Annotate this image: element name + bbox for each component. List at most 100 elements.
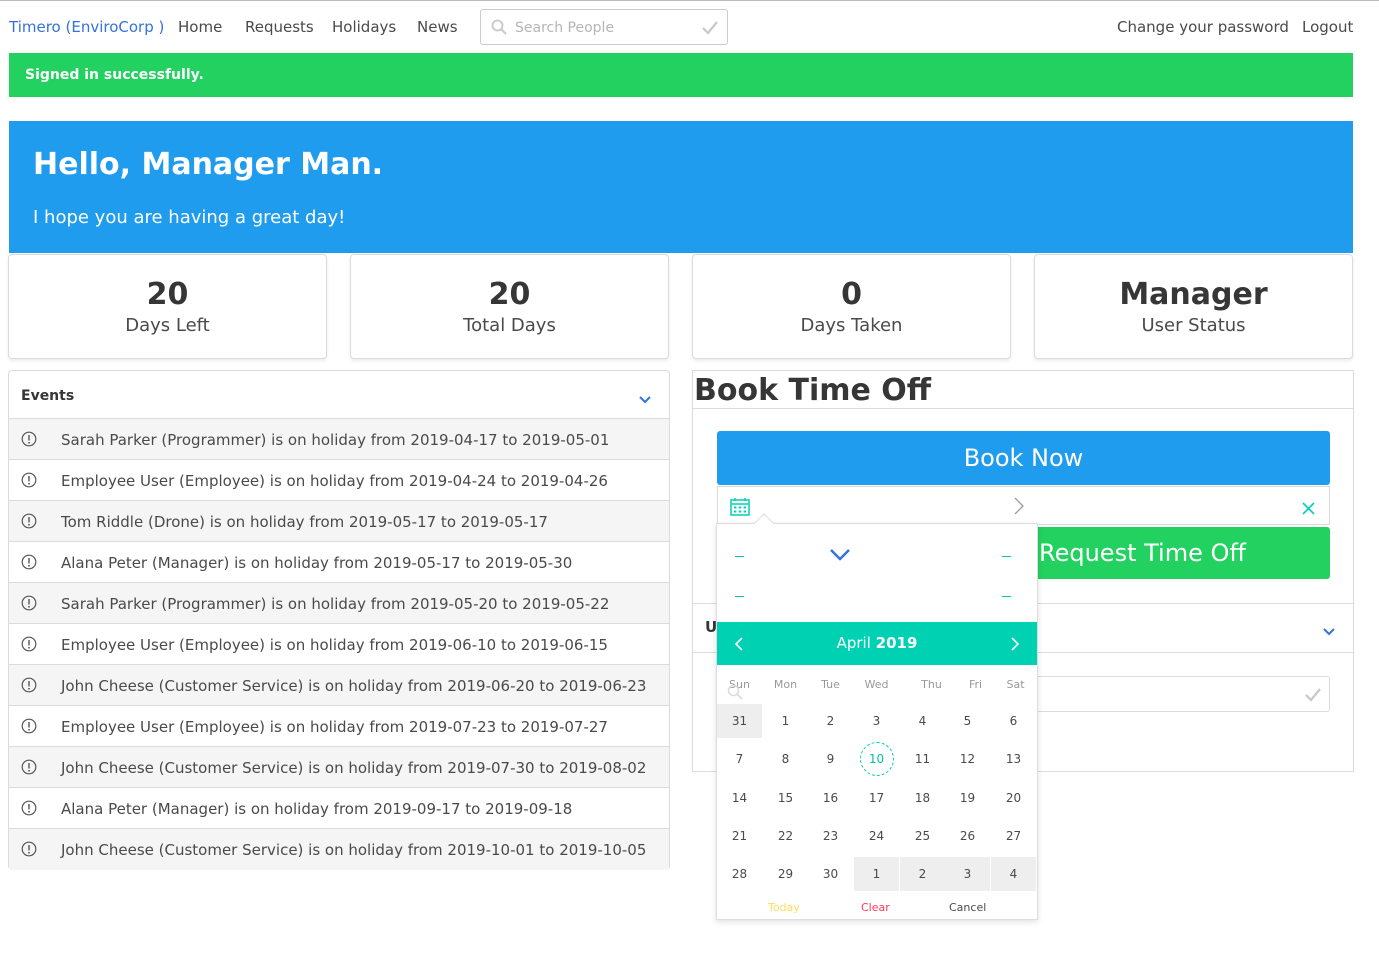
- nav-change-password[interactable]: Change your password: [1117, 18, 1289, 36]
- calendar-day-number: 4: [1009, 867, 1018, 881]
- datepicker-popup: April 2019 Sun Mon Tue Wed Thu Fri Sat 3…: [716, 513, 1038, 920]
- calendar-day[interactable]: 27: [991, 819, 1036, 853]
- calendar-day[interactable]: 31: [717, 704, 762, 738]
- calendar-day[interactable]: 18: [900, 781, 945, 815]
- calendar-day-number: 4: [918, 714, 927, 728]
- event-item: John Cheese (Customer Service) is on hol…: [9, 747, 669, 788]
- chevron-down-icon[interactable]: [1323, 621, 1335, 640]
- book-now-button[interactable]: Book Now: [717, 431, 1330, 485]
- calendar-day[interactable]: 10: [854, 742, 899, 776]
- nav-logout[interactable]: Logout: [1302, 18, 1353, 36]
- calendar-day[interactable]: 3: [945, 857, 990, 891]
- calendar-day-number: 2: [918, 867, 927, 881]
- hero-subtitle: I hope you are having a great day!: [33, 207, 346, 228]
- clear-button[interactable]: Clear: [861, 901, 890, 914]
- calendar-day-number: 12: [959, 752, 976, 766]
- info-circle-icon: [21, 759, 37, 779]
- calendar-day[interactable]: 29: [763, 857, 808, 891]
- calendar-day-number: 21: [731, 829, 748, 843]
- calendar-day[interactable]: 14: [717, 781, 762, 815]
- calendar-day[interactable]: 13: [991, 742, 1036, 776]
- date-range-input[interactable]: [717, 486, 1330, 525]
- calendar-day[interactable]: 28: [717, 857, 762, 891]
- calendar-day[interactable]: 24: [854, 819, 899, 853]
- events-header[interactable]: Events: [9, 371, 669, 419]
- divider: [693, 408, 1353, 409]
- nav-home[interactable]: Home: [178, 18, 222, 36]
- cancel-button[interactable]: Cancel: [949, 901, 986, 914]
- event-text: Alana Peter (Manager) is on holiday from…: [61, 800, 573, 818]
- events-title: Events: [21, 388, 75, 404]
- brand-link[interactable]: Timero (EnviroCorp ): [9, 18, 164, 36]
- calendar-day[interactable]: 5: [945, 704, 990, 738]
- calendar-day[interactable]: 23: [808, 819, 853, 853]
- clear-x-icon[interactable]: [1302, 500, 1315, 519]
- calendar-day[interactable]: 12: [945, 742, 990, 776]
- calendar-day[interactable]: 11: [900, 742, 945, 776]
- event-item: Employee User (Employee) is on holiday f…: [9, 624, 669, 665]
- month-label: April: [836, 634, 871, 652]
- time-dash[interactable]: [735, 556, 744, 557]
- calendar-icon: [730, 497, 750, 520]
- chevron-down-icon[interactable]: [830, 546, 850, 565]
- today-button[interactable]: Today: [768, 901, 800, 914]
- calendar-day[interactable]: 17: [854, 781, 899, 815]
- time-dash[interactable]: [1002, 596, 1011, 597]
- book-title: Book Time Off: [694, 373, 932, 408]
- calendar-day[interactable]: 25: [900, 819, 945, 853]
- calendar-day[interactable]: 1: [854, 857, 899, 891]
- search-icon: [491, 19, 507, 39]
- search-people-input[interactable]: [515, 18, 695, 38]
- nav-requests[interactable]: Requests: [245, 18, 314, 36]
- calendar-day-number: 27: [1005, 829, 1022, 843]
- stat-value: 20: [146, 277, 189, 312]
- search-icon: [727, 684, 743, 704]
- calendar-day[interactable]: 6: [991, 704, 1036, 738]
- calendar-day-number: 25: [914, 829, 931, 843]
- calendar-day[interactable]: 26: [945, 819, 990, 853]
- calendar-day[interactable]: 2: [900, 857, 945, 891]
- info-circle-icon: [21, 841, 37, 861]
- calendar-day[interactable]: 21: [717, 819, 762, 853]
- weekday-label: Wed: [864, 678, 889, 691]
- calendar-day[interactable]: 9: [808, 742, 853, 776]
- calendar-day[interactable]: 2: [808, 704, 853, 738]
- calendar-day[interactable]: 4: [900, 704, 945, 738]
- calendar-day[interactable]: 22: [763, 819, 808, 853]
- calendar-day-number: 29: [777, 867, 794, 881]
- calendar-day[interactable]: 30: [808, 857, 853, 891]
- calendar-day-number: 18: [914, 791, 931, 805]
- chevron-down-icon[interactable]: [639, 389, 651, 408]
- calendar-day[interactable]: 1: [763, 704, 808, 738]
- calendar-day-number: 17: [868, 791, 885, 805]
- calendar-day-number: 20: [1005, 791, 1022, 805]
- calendar-day[interactable]: 15: [763, 781, 808, 815]
- request-label: Request Time Off: [1039, 539, 1246, 567]
- time-dash[interactable]: [1002, 556, 1011, 557]
- event-text: John Cheese (Customer Service) is on hol…: [61, 841, 647, 859]
- time-dash[interactable]: [735, 596, 744, 597]
- calendar-day[interactable]: 8: [763, 742, 808, 776]
- nav-news[interactable]: News: [417, 18, 458, 36]
- calendar-day[interactable]: 19: [945, 781, 990, 815]
- calendar-day[interactable]: 16: [808, 781, 853, 815]
- nav-holidays[interactable]: Holidays: [332, 18, 396, 36]
- calendar-day[interactable]: 20: [991, 781, 1036, 815]
- calendar-day-number: 23: [822, 829, 839, 843]
- month-year-label[interactable]: April 2019: [717, 634, 1037, 652]
- calendar-day-number: 8: [781, 752, 790, 766]
- info-circle-icon: [21, 513, 37, 533]
- navbar: Timero (EnviroCorp ) Home Requests Holid…: [0, 1, 1379, 53]
- calendar-day[interactable]: 3: [854, 704, 899, 738]
- stat-label: Days Left: [125, 315, 210, 336]
- calendar-day[interactable]: 7: [717, 742, 762, 776]
- info-circle-icon: [21, 554, 37, 574]
- check-icon: [702, 20, 718, 39]
- stat-label: User Status: [1141, 315, 1246, 336]
- event-text: Employee User (Employee) is on holiday f…: [61, 472, 608, 490]
- calendar-day[interactable]: 4: [991, 857, 1036, 891]
- event-item: Sarah Parker (Programmer) is on holiday …: [9, 583, 669, 624]
- calendar-day-number: 1: [872, 867, 881, 881]
- chevron-right-icon[interactable]: [1011, 636, 1020, 655]
- calendar-day-number: 3: [963, 867, 972, 881]
